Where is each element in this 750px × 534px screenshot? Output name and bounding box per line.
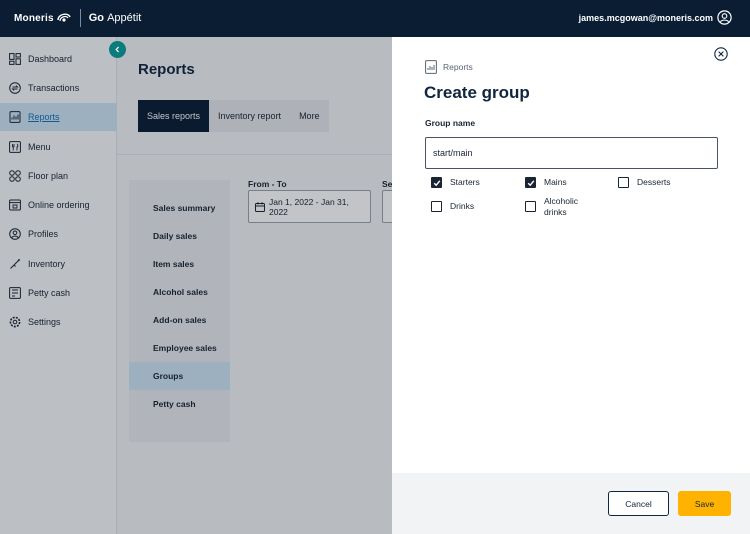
group-name-label: Group name [425,118,476,128]
app-name-rest: Appétit [107,12,142,24]
close-icon[interactable] [714,47,728,61]
panel-title: Create group [424,83,530,102]
panel-footer: Cancel Save [392,473,750,534]
moneris-wordmark: Moneris [14,12,54,24]
checkmark-icon [433,179,440,186]
checkbox-label: Drinks [450,201,475,211]
modal-backdrop[interactable] [0,37,392,534]
checkbox-desserts-box[interactable] [618,177,629,188]
breadcrumb: Reports [425,60,473,74]
brand-divider [79,9,81,27]
checkbox-label: Starters [450,177,480,187]
checkbox-alcoholic-drinks-box[interactable] [525,201,536,212]
cancel-button[interactable]: Cancel [608,491,669,516]
sidebar-collapse-button[interactable] [109,41,126,58]
app-name: Go Appétit [89,12,142,24]
create-group-panel: Reports Create group Group name Starters… [392,37,750,534]
checkmark-icon [527,179,534,186]
user-menu[interactable]: james.mcgowan@moneris.com [579,10,732,25]
brand-logo[interactable]: Moneris Go Appétit [14,9,141,27]
checkbox-label: Mains [544,177,567,187]
checkbox-drinks-box[interactable] [431,201,442,212]
checkbox-label: Alcoholic drinks [544,196,579,217]
checkbox-drinks[interactable]: Drinks [431,201,474,212]
checkbox-label: Desserts [637,177,671,187]
user-email: james.mcgowan@moneris.com [578,12,713,23]
checkbox-starters[interactable]: Starters [431,177,480,188]
top-bar: Moneris Go Appétit james.mcgowan@moneris… [0,0,750,37]
checkbox-alcoholic-drinks[interactable]: Alcoholic drinks [525,196,588,218]
breadcrumb-reports[interactable]: Reports [443,62,473,72]
save-button[interactable]: Save [678,491,731,516]
checkbox-starters-box[interactable] [431,177,442,188]
reports-icon [425,60,437,74]
moneris-swirl-icon [57,13,71,22]
checkbox-desserts[interactable]: Desserts [618,177,671,188]
checkbox-mains[interactable]: Mains [525,177,567,188]
group-name-input[interactable] [425,137,718,169]
app-name-bold: Go [88,12,105,24]
chevron-left-icon [115,46,120,53]
user-avatar-icon [717,10,732,25]
checkbox-mains-box[interactable] [525,177,536,188]
